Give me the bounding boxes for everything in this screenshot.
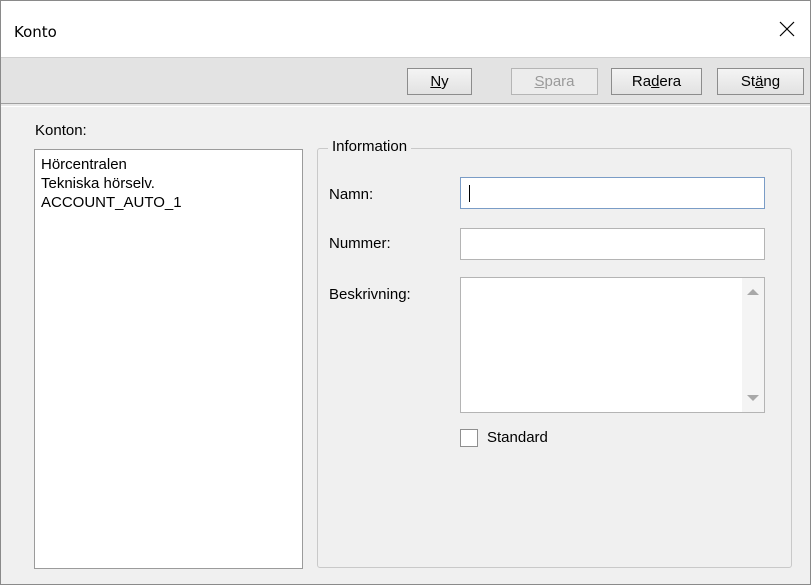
description-textarea[interactable] <box>460 277 765 413</box>
accounts-label: Konton: <box>35 122 87 139</box>
save-button[interactable]: Spara <box>511 68 598 95</box>
close-button[interactable] <box>764 1 810 57</box>
close-dialog-button[interactable]: St ä ng <box>717 68 804 95</box>
delete-button-label-post: era <box>659 73 682 90</box>
number-label: Nummer: <box>329 235 391 252</box>
toolbar: Ny Spara Ra d era St ä ng <box>1 57 810 104</box>
delete-button-mnemonic: d <box>651 73 660 90</box>
information-legend: Information <box>328 138 412 155</box>
save-button-label-post: para <box>544 73 575 90</box>
vertical-scrollbar[interactable] <box>742 278 764 412</box>
list-item[interactable]: Hörcentralen <box>35 155 302 174</box>
konto-dialog: Konto Ny Spara Ra d era St ä ng Konton: Hörc… <box>0 0 811 585</box>
list-item[interactable]: Tekniska hörselv. <box>35 174 302 193</box>
list-item[interactable]: ACCOUNT_AUTO_1 <box>35 193 302 212</box>
standard-checkbox[interactable] <box>460 429 478 447</box>
description-label: Beskrivning: <box>329 286 411 303</box>
toolbar-divider <box>1 103 810 107</box>
close-icon <box>779 21 795 37</box>
accounts-list[interactable]: Hörcentralen Tekniska hörselv. ACCOUNT_A… <box>34 149 303 569</box>
scroll-up-arrow-icon[interactable] <box>747 289 759 295</box>
window-title: Konto <box>14 23 57 41</box>
standard-checkbox-label: Standard <box>487 429 548 446</box>
name-input[interactable] <box>460 177 765 209</box>
close-dialog-button-label-pre: St <box>740 73 756 90</box>
number-input[interactable] <box>460 228 765 260</box>
new-button[interactable]: Ny <box>407 68 472 95</box>
new-button-mnemonic: N <box>430 73 442 90</box>
scroll-down-arrow-icon[interactable] <box>747 395 759 401</box>
delete-button-label-pre: Ra <box>631 73 652 90</box>
close-dialog-button-mnemonic: ä <box>755 73 764 90</box>
delete-button[interactable]: Ra d era <box>611 68 702 95</box>
title-bar: Konto <box>1 1 810 57</box>
close-dialog-button-label-post: ng <box>763 73 781 90</box>
save-button-mnemonic: S <box>534 73 545 90</box>
new-button-label-post: y <box>441 73 449 90</box>
name-label: Namn: <box>329 186 374 203</box>
text-caret <box>469 185 470 202</box>
